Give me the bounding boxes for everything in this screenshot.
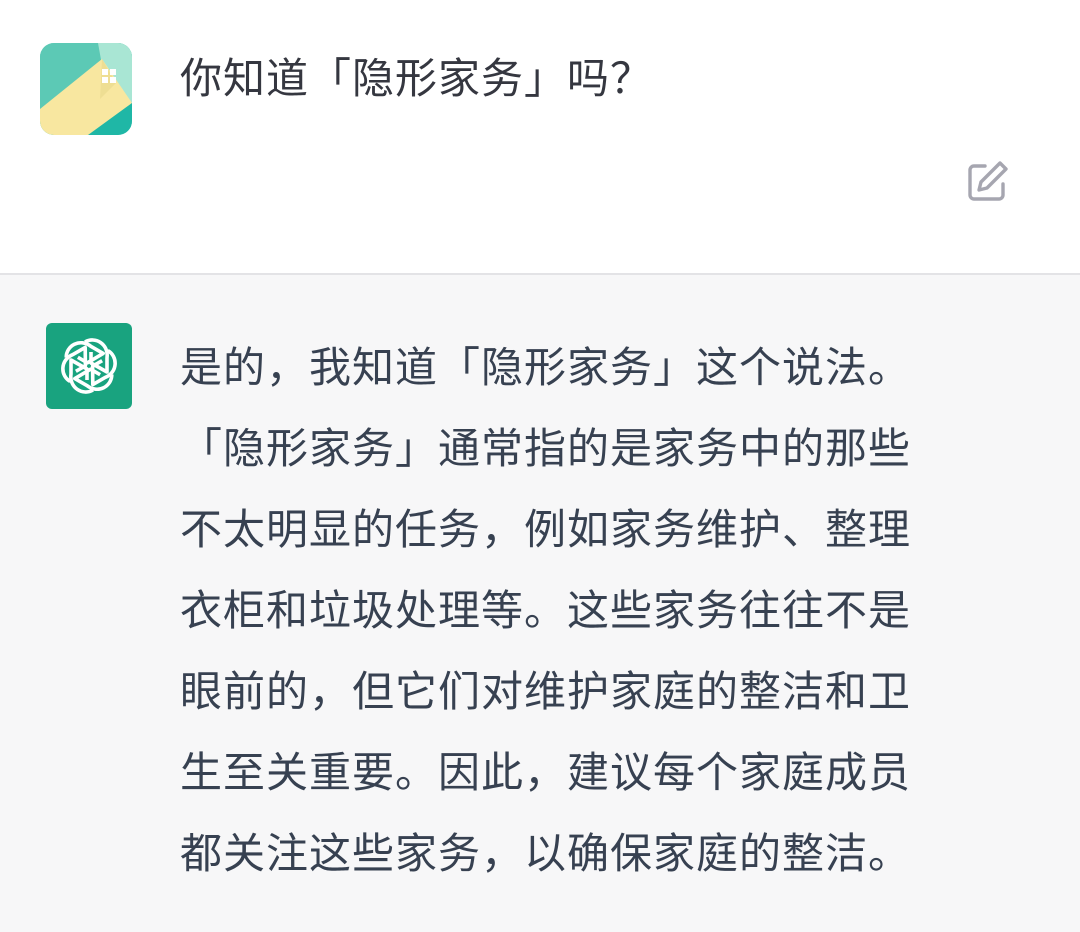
openai-logo-icon [58, 335, 120, 397]
assistant-message-line: 眼前的，但它们对维护家庭的整洁和卫 [180, 667, 912, 716]
edit-pencil-square-icon [968, 161, 1008, 201]
assistant-message-line: 「隐形家务」通常指的是家务中的那些 [180, 424, 912, 473]
assistant-message-line: 衣柜和垃圾处理等。这些家务往往不是 [180, 586, 912, 635]
house-app-icon [40, 43, 132, 135]
user-message-row: 你知道「隐形家务」吗？ [0, 0, 1080, 273]
user-avatar [40, 43, 132, 135]
chat-thread: 你知道「隐形家务」吗？ 是的，我知道「隐形家务」这个说法。 「隐形家务」通常指的… [0, 0, 1080, 932]
edit-message-button[interactable] [962, 155, 1014, 207]
assistant-message-line: 生至关重要。因此，建议每个家庭成员 [180, 748, 912, 797]
assistant-message-line: 都关注这些家务，以确保家庭的整洁。 [180, 829, 912, 878]
user-message-text: 你知道「隐形家务」吗？ [180, 54, 654, 103]
assistant-message-line: 不太明显的任务，例如家务维护、整理 [180, 505, 912, 554]
assistant-message-text: 是的，我知道「隐形家务」这个说法。 「隐形家务」通常指的是家务中的那些 不太明显… [180, 327, 911, 894]
assistant-avatar [46, 323, 132, 409]
assistant-message-row: 是的，我知道「隐形家务」这个说法。 「隐形家务」通常指的是家务中的那些 不太明显… [0, 275, 1080, 932]
assistant-message-line: 是的，我知道「隐形家务」这个说法。 [180, 343, 912, 392]
